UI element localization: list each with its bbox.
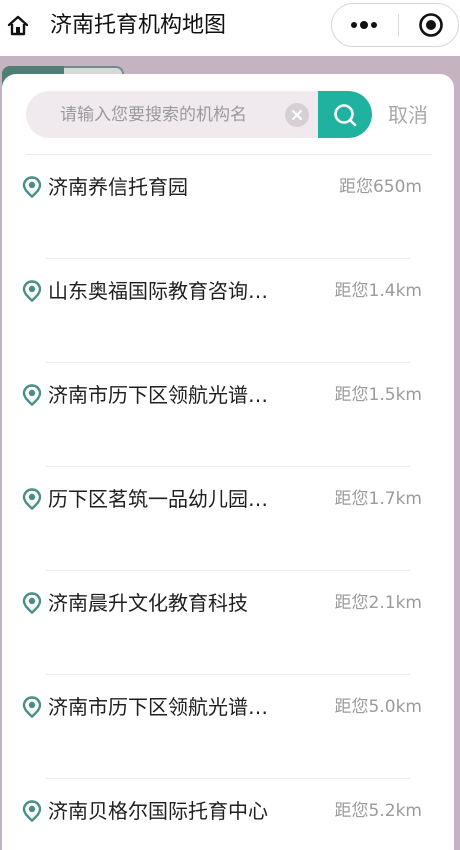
- result-distance: 距您1.5km: [334, 385, 422, 405]
- result-distance: 距您5.0km: [334, 697, 422, 717]
- location-pin-icon: [22, 280, 42, 303]
- result-name: 济南市历下区领航光谱…: [48, 383, 268, 407]
- location-pin-icon: [22, 488, 42, 511]
- result-item[interactable]: 历下区茗筑一品幼儿园… 距您1.7km: [22, 480, 422, 520]
- result-name: 历下区茗筑一品幼儿园…: [48, 487, 268, 511]
- result-distance: 距您650m: [338, 177, 422, 197]
- row-divider: [46, 362, 410, 363]
- location-pin-icon: [22, 176, 42, 199]
- result-name: 济南贝格尔国际托育中心: [48, 799, 268, 823]
- result-item[interactable]: 济南市历下区领航光谱… 距您1.5km: [22, 376, 422, 416]
- result-list: 济南养信托育园 距您650m 山东奥福国际教育咨询… 距您1.4km 济南市历下区领航光…: [0, 0, 460, 850]
- result-name: 济南市历下区领航光谱…: [48, 695, 268, 719]
- result-item[interactable]: 山东奥福国际教育咨询… 距您1.4km: [22, 272, 422, 312]
- row-divider: [46, 466, 410, 467]
- result-distance: 距您5.2km: [334, 801, 422, 821]
- location-pin-icon: [22, 384, 42, 407]
- location-pin-icon: [22, 696, 42, 719]
- location-pin-icon: [22, 800, 42, 823]
- result-item[interactable]: 济南市历下区领航光谱… 距您5.0km: [22, 688, 422, 728]
- result-item[interactable]: 济南养信托育园 距您650m: [22, 168, 422, 208]
- result-distance: 距您2.1km: [334, 593, 422, 613]
- row-divider: [46, 258, 410, 259]
- result-name: 山东奥福国际教育咨询…: [48, 279, 268, 303]
- row-divider: [46, 674, 410, 675]
- result-name: 济南晨升文化教育科技: [48, 591, 248, 615]
- row-divider: [46, 778, 410, 779]
- result-distance: 距您1.7km: [334, 489, 422, 509]
- result-distance: 距您1.4km: [334, 281, 422, 301]
- result-name: 济南养信托育园: [48, 175, 188, 199]
- row-divider: [46, 570, 410, 571]
- result-item[interactable]: 济南晨升文化教育科技 距您2.1km: [22, 584, 422, 624]
- result-item[interactable]: 济南贝格尔国际托育中心 距您5.2km: [22, 792, 422, 832]
- location-pin-icon: [22, 592, 42, 615]
